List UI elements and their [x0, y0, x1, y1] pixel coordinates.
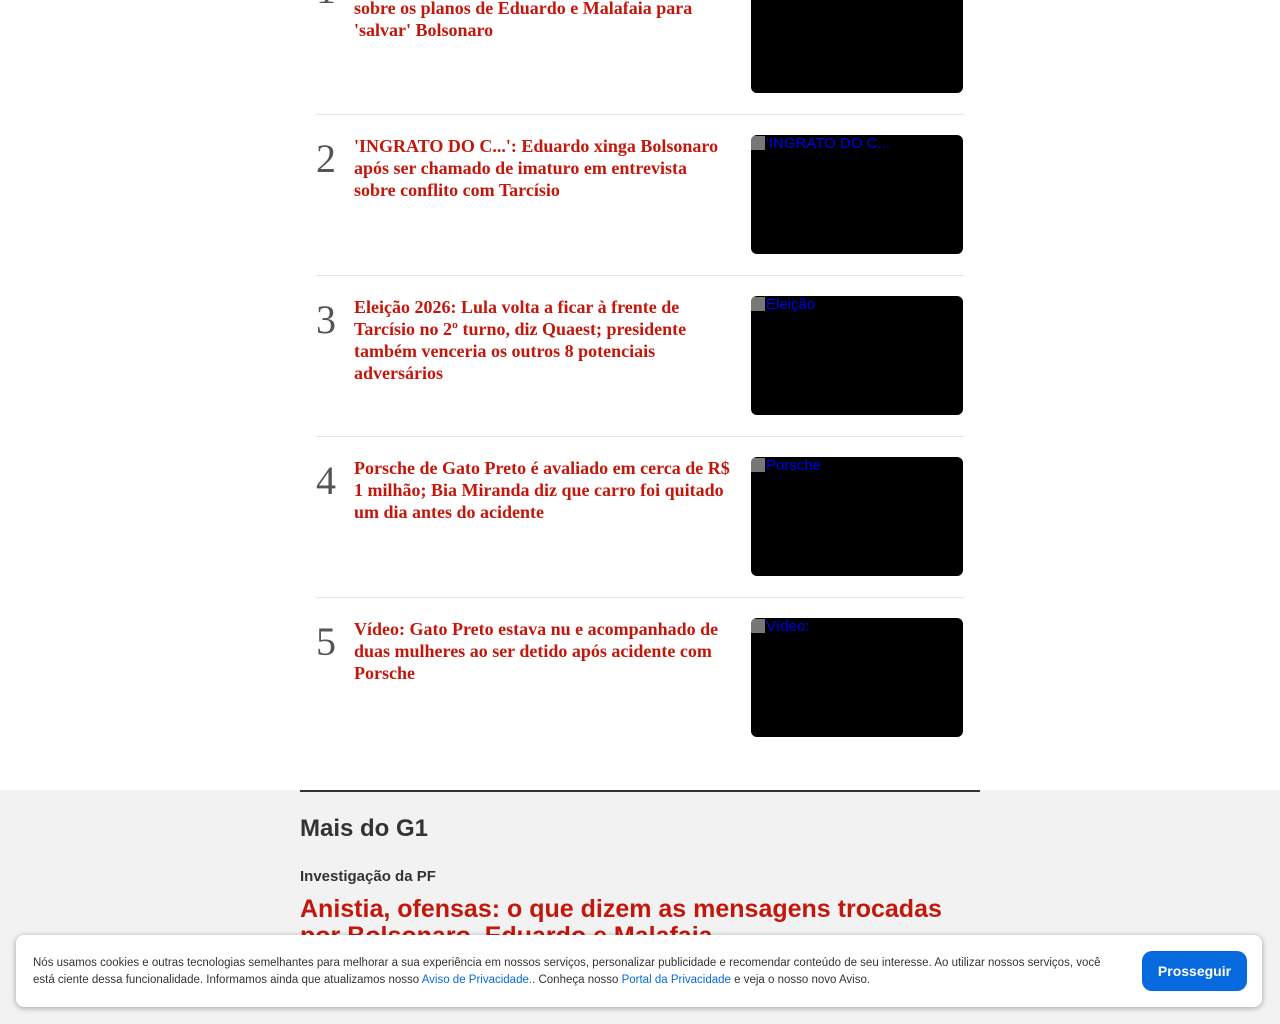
rank-number: 3	[316, 297, 336, 342]
cookie-text-part: . Conheça nosso	[532, 974, 622, 986]
list-item: 3 Eleição 2026: Lula volta a ficar à fre…	[316, 296, 964, 457]
rank-number: 5	[316, 619, 336, 664]
rank-number: 2	[316, 136, 336, 181]
headline-link[interactable]: 'INGRATO DO C...': Eduardo xinga Bolsona…	[354, 135, 732, 201]
cookie-banner: Nós usamos cookies e outras tecnologias …	[16, 935, 1262, 1007]
headline-link[interactable]: Eleição 2026: Lula volta a ficar à frent…	[354, 296, 732, 384]
headline-link[interactable]: Vídeo: Gato Preto estava nu e acompanhad…	[354, 618, 732, 684]
divider	[316, 597, 964, 598]
divider	[316, 436, 964, 437]
cookie-text-part: e veja o nosso novo Aviso.	[730, 974, 871, 986]
rank-number: 4	[316, 458, 336, 503]
divider	[316, 275, 964, 276]
thumbnail-image[interactable]: Eleição	[751, 296, 963, 415]
list-item: 4 Porsche de Gato Preto é avaliado em ce…	[316, 457, 964, 618]
broken-image-alt: Vídeo:	[751, 618, 809, 635]
thumbnail-image[interactable]: Porsche	[751, 457, 963, 576]
list-item: 2 'INGRATO DO C...': Eduardo xinga Bolso…	[316, 135, 964, 296]
privacy-portal-link[interactable]: Portal da Privacidade	[622, 974, 731, 986]
divider	[316, 114, 964, 115]
headline-link[interactable]: sobre os planos de Eduardo e Malafaia pa…	[354, 0, 732, 41]
privacy-notice-link[interactable]: Aviso de Privacidade.	[422, 974, 532, 986]
broken-image-alt: Eleição	[751, 296, 815, 313]
thumbnail-image[interactable]: Vídeo:	[751, 618, 963, 737]
proceed-button[interactable]: Prosseguir	[1142, 951, 1247, 991]
broken-image-alt: 'INGRATO DO C...	[751, 135, 890, 152]
cookie-text: Nós usamos cookies e outras tecnologias …	[33, 955, 1118, 989]
broken-image-alt: Porsche	[751, 457, 821, 474]
list-item: 5 Vídeo: Gato Preto estava nu e acompanh…	[316, 618, 964, 779]
headline-link[interactable]: Porsche de Gato Preto é avaliado em cerc…	[354, 457, 732, 523]
section-title: Mais do G1	[300, 815, 429, 842]
section-rule	[300, 790, 980, 792]
thumbnail-image[interactable]	[751, 0, 963, 93]
rank-number: 1	[316, 0, 336, 12]
section-kicker: Investigação da PF	[300, 868, 436, 885]
thumbnail-image[interactable]: 'INGRATO DO C...	[751, 135, 963, 254]
